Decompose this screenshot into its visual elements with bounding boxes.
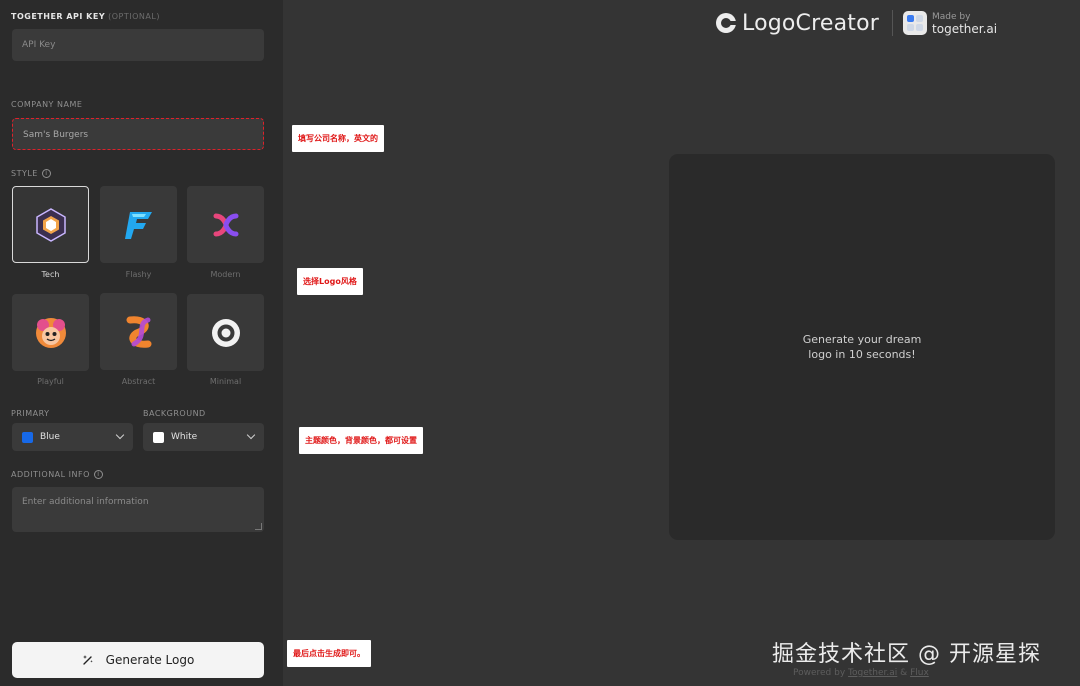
logocreator-icon — [716, 13, 737, 33]
magic-wand-icon — [82, 654, 94, 666]
style-name-tech: Tech — [41, 270, 60, 279]
api-key-input[interactable] — [12, 29, 264, 61]
together-ai-label: together.ai — [932, 22, 998, 36]
generate-logo-button[interactable]: Generate Logo — [12, 642, 264, 678]
annotation-generate: 最后点击生成即可。 — [287, 640, 371, 667]
logo-preview-canvas: Generate your dream logo in 10 seconds! — [669, 154, 1055, 540]
primary-label: PRIMARY — [11, 409, 50, 418]
company-name-label: COMPANY NAME — [11, 100, 83, 109]
tech-hexagon-icon — [35, 207, 66, 242]
style-name-abstract: Abstract — [121, 377, 156, 386]
style-option-minimal[interactable] — [187, 294, 264, 371]
abstract-knot-icon — [126, 315, 151, 348]
together-ai-icon — [903, 11, 928, 35]
style-option-playful[interactable] — [12, 294, 89, 371]
canvas-message-line2: logo in 10 seconds! — [808, 348, 916, 361]
flux-link[interactable]: Flux — [910, 668, 929, 678]
style-name-playful: Playful — [37, 377, 64, 386]
annotation-colors: 主题颜色，背景颜色，都可设置 — [299, 427, 423, 454]
powered-by-amp: & — [900, 668, 908, 678]
chevron-down-icon — [115, 430, 125, 440]
style-label: STYLE i — [11, 169, 51, 178]
primary-swatch — [22, 431, 33, 443]
style-name-modern: Modern — [210, 270, 241, 279]
together-ai-link[interactable]: Together.ai — [848, 668, 897, 678]
annotation-style: 选择Logo风格 — [297, 268, 363, 295]
style-name-flashy: Flashy — [125, 270, 152, 279]
header-divider — [892, 10, 894, 36]
additional-info-textarea[interactable] — [12, 487, 264, 532]
generate-logo-label: Generate Logo — [105, 653, 195, 667]
modern-x-icon — [213, 213, 238, 236]
style-name-minimal: Minimal — [209, 377, 242, 386]
additional-info-label: ADDITIONAL INFO i — [11, 470, 103, 479]
info-icon[interactable]: i — [93, 470, 103, 479]
resize-handle-icon[interactable] — [255, 523, 262, 530]
style-option-modern[interactable] — [187, 186, 264, 263]
header-brand: LogoCreator Made by together.ai — [715, 10, 997, 36]
style-option-abstract[interactable] — [100, 293, 177, 370]
sidebar: TOGETHER API KEY(OPTIONAL) COMPANY NAME … — [0, 0, 283, 686]
background-label: BACKGROUND — [143, 409, 206, 418]
company-name-input[interactable]: Sam's Burgers — [12, 118, 264, 150]
powered-by-label: Powered by — [793, 668, 846, 678]
playful-mascot-icon — [35, 317, 66, 348]
api-key-label: TOGETHER API KEY (OPTIONAL) — [11, 12, 160, 21]
brand-name[interactable]: LogoCreator — [742, 11, 879, 36]
chevron-down-icon — [246, 430, 256, 440]
primary-color-select[interactable]: Blue — [12, 423, 133, 451]
watermark: 掘金技术社区 @ 开源星探 — [772, 642, 1041, 667]
style-option-tech[interactable] — [12, 186, 89, 263]
made-by-link[interactable]: Made by together.ai — [932, 11, 997, 35]
background-swatch — [153, 431, 164, 443]
powered-by: Powered by Together.ai & Flux — [793, 668, 929, 678]
primary-color-value: Blue — [40, 432, 60, 442]
canvas-placeholder: Generate your dream logo in 10 seconds! — [669, 332, 1055, 362]
annotation-company: 填写公司名称，英文的 — [292, 125, 384, 152]
flashy-f-icon — [124, 211, 152, 239]
canvas-message-line1: Generate your dream — [802, 333, 922, 346]
style-option-flashy[interactable] — [100, 186, 177, 263]
background-color-value: White — [171, 432, 198, 442]
info-icon[interactable]: i — [41, 169, 51, 178]
background-color-select[interactable]: White — [143, 423, 264, 451]
minimal-circle-icon — [211, 318, 240, 347]
